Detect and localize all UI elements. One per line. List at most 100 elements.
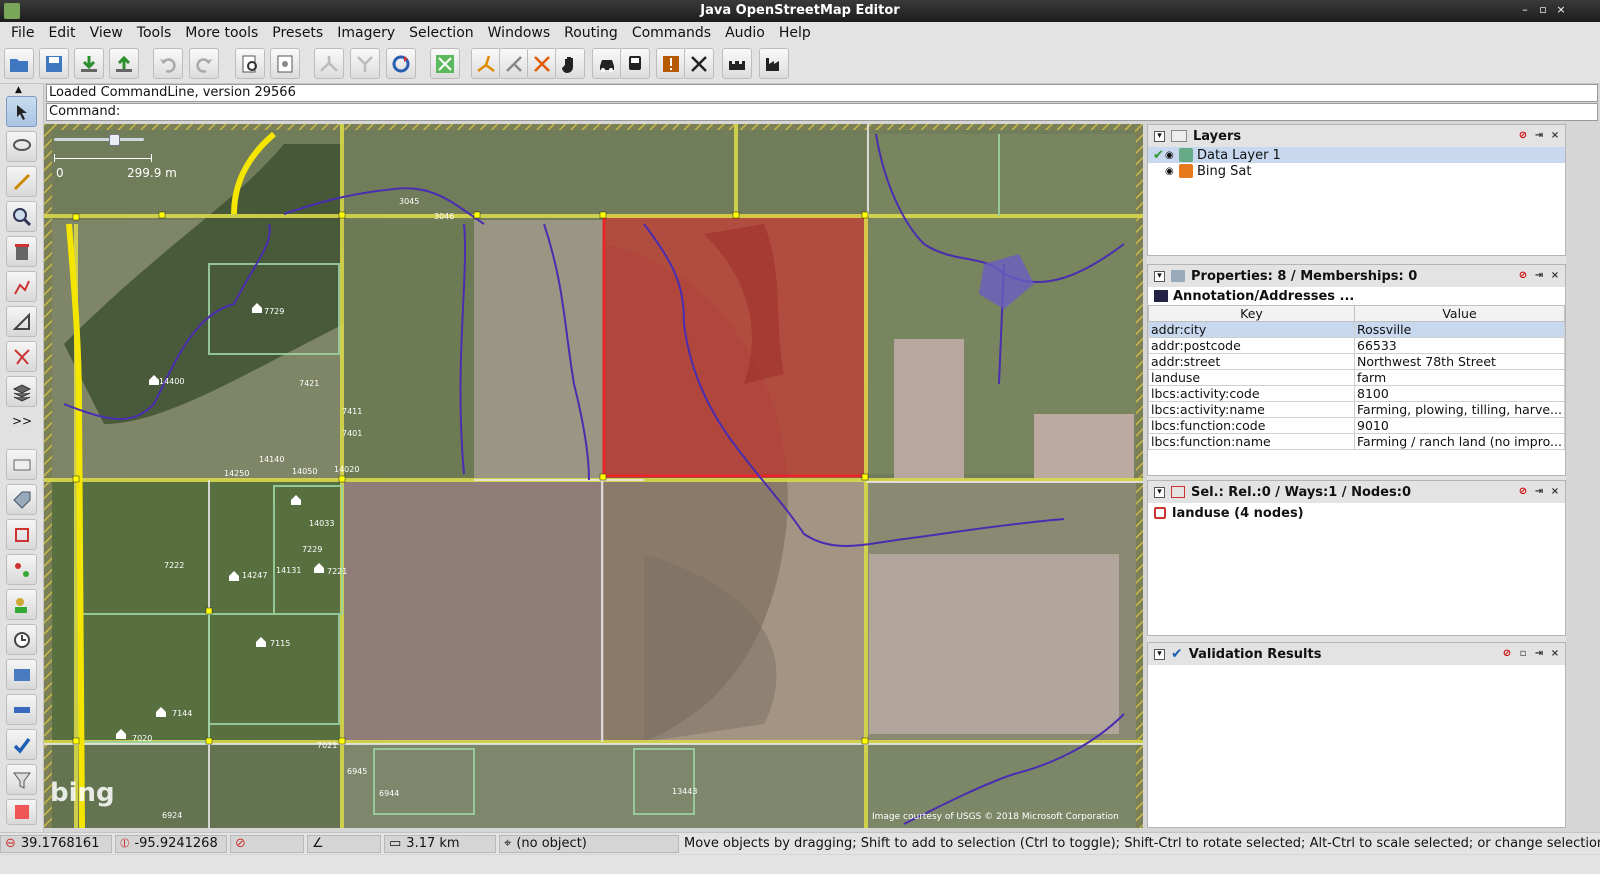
- menu-routing[interactable]: Routing: [557, 25, 625, 41]
- download-button[interactable]: [74, 48, 104, 79]
- toggle-dialog-filter[interactable]: [6, 764, 37, 795]
- toggle-dialog-selection[interactable]: [6, 519, 37, 550]
- table-row[interactable]: lbcs:activity:code 8100: [1148, 385, 1565, 402]
- layer-item-bing-sat[interactable]: ◉ Bing Sat: [1148, 163, 1565, 179]
- tag-key[interactable]: addr:postcode: [1148, 337, 1355, 354]
- tag-value[interactable]: 66533: [1354, 337, 1565, 354]
- help-icon[interactable]: ⊘: [1517, 486, 1529, 498]
- align-circle-button[interactable]: [527, 48, 557, 79]
- layer-item-data-layer-1[interactable]: ✔ ◉ Data Layer 1: [1148, 147, 1565, 163]
- zoom-slider-handle[interactable]: [109, 134, 120, 146]
- menu-tools[interactable]: Tools: [130, 25, 179, 41]
- scroll-up-icon[interactable]: ▲: [15, 85, 22, 95]
- selection-list-item[interactable]: landuse (4 nodes): [1148, 503, 1565, 523]
- table-row[interactable]: lbcs:function:code 9010: [1148, 417, 1565, 434]
- map-view[interactable]: 7729 14400 7421 7411 7401 14250 14140 14…: [44, 124, 1143, 828]
- tag-value[interactable]: Rossville: [1354, 321, 1565, 338]
- satellite-map[interactable]: 7729 14400 7421 7411 7401 14250 14140 14…: [44, 124, 1143, 828]
- detach-icon[interactable]: ⇥: [1533, 648, 1545, 660]
- more-tools-icon[interactable]: >>: [12, 414, 32, 428]
- history-button[interactable]: [270, 48, 300, 79]
- layer-active-check-icon[interactable]: ✔: [1153, 148, 1165, 163]
- menu-selection[interactable]: Selection: [402, 25, 481, 41]
- menu-windows[interactable]: Windows: [481, 25, 558, 41]
- improve-way-button[interactable]: [6, 271, 37, 302]
- validate-button[interactable]: [656, 48, 686, 79]
- tag-value[interactable]: 8100: [1354, 385, 1565, 402]
- collapse-icon[interactable]: ▾: [1154, 648, 1165, 660]
- simplify-way-button[interactable]: [499, 48, 529, 79]
- menu-commands[interactable]: Commands: [625, 25, 718, 41]
- menu-edit[interactable]: Edit: [41, 25, 82, 41]
- combine-way-button[interactable]: [350, 48, 380, 79]
- undo-button[interactable]: [153, 48, 183, 79]
- close-icon[interactable]: ×: [1549, 130, 1561, 142]
- value-column-header[interactable]: Value: [1354, 305, 1565, 322]
- tag-key[interactable]: addr:city: [1148, 321, 1355, 338]
- maximize-icon[interactable]: ▫: [1536, 3, 1550, 17]
- reverse-way-button[interactable]: [386, 48, 416, 79]
- minimize-icon[interactable]: –: [1518, 3, 1532, 17]
- menu-file[interactable]: File: [4, 25, 41, 41]
- toggle-dialog-notes[interactable]: [6, 799, 37, 825]
- table-row[interactable]: lbcs:function:name Farming / ranch land (…: [1148, 433, 1565, 450]
- visibility-eye-icon[interactable]: ◉: [1165, 150, 1179, 161]
- menu-imagery[interactable]: Imagery: [330, 25, 402, 41]
- menu-view[interactable]: View: [83, 25, 130, 41]
- tag-value[interactable]: Farming / ranch land (no impro...: [1354, 433, 1565, 450]
- select-mode-button[interactable]: [6, 96, 37, 127]
- draw-mode-left-button[interactable]: [6, 166, 37, 197]
- close-icon[interactable]: ×: [1549, 486, 1561, 498]
- help-icon[interactable]: ⊘: [1517, 270, 1529, 282]
- collapse-icon[interactable]: ▾: [1154, 270, 1165, 282]
- pan-mode-button[interactable]: [555, 48, 585, 79]
- detach-icon[interactable]: ⇥: [1533, 130, 1545, 142]
- tag-key[interactable]: lbcs:activity:code: [1148, 385, 1355, 402]
- toggle-dialog-layers[interactable]: [6, 449, 37, 480]
- split-way-button[interactable]: [314, 48, 344, 79]
- redo-button[interactable]: [189, 48, 219, 79]
- parallel-way-button[interactable]: [6, 306, 37, 337]
- help-icon[interactable]: ⊘: [1501, 648, 1513, 660]
- tag-value[interactable]: Northwest 78th Street: [1354, 353, 1565, 370]
- save-button[interactable]: [39, 48, 69, 79]
- settings-icon[interactable]: ▫: [1517, 648, 1529, 660]
- draw-mode-button[interactable]: [471, 48, 501, 79]
- command-input[interactable]: Command:: [46, 103, 1598, 121]
- toggle-dialog-history[interactable]: [6, 624, 37, 655]
- menu-audio[interactable]: Audio: [718, 25, 772, 41]
- collapse-icon[interactable]: ▾: [1154, 130, 1165, 142]
- menu-presets[interactable]: Presets: [265, 25, 330, 41]
- table-row[interactable]: lbcs:activity:name Farming, plowing, till…: [1148, 401, 1565, 418]
- collapse-icon[interactable]: ▾: [1154, 486, 1165, 498]
- zoom-to-data-button[interactable]: [430, 48, 460, 79]
- car-routing-button[interactable]: [592, 48, 622, 79]
- detach-icon[interactable]: ⇥: [1533, 270, 1545, 282]
- factory-preset-button[interactable]: [759, 48, 789, 79]
- menu-more-tools[interactable]: More tools: [178, 25, 265, 41]
- help-icon[interactable]: ⊘: [1517, 130, 1529, 142]
- extrude-button[interactable]: [6, 341, 37, 372]
- close-icon[interactable]: ×: [1549, 648, 1561, 660]
- tag-value[interactable]: 9010: [1354, 417, 1565, 434]
- close-icon[interactable]: ×: [1549, 270, 1561, 282]
- toggle-dialog-relations[interactable]: [6, 554, 37, 585]
- imagery-attribution[interactable]: Image courtesy of USGS © 2018 Microsoft …: [872, 812, 1119, 822]
- tag-key[interactable]: lbcs:function:name: [1148, 433, 1355, 450]
- upload-button[interactable]: [109, 48, 139, 79]
- table-row[interactable]: addr:city Rossville: [1148, 321, 1565, 338]
- visibility-eye-icon[interactable]: ◉: [1165, 166, 1179, 177]
- detach-icon[interactable]: ⇥: [1533, 486, 1545, 498]
- zoom-slider-track[interactable]: [54, 138, 144, 141]
- selected-landuse-area[interactable]: [602, 214, 868, 478]
- table-row[interactable]: addr:street Northwest 78th Street: [1148, 353, 1565, 370]
- tag-value[interactable]: Farming, plowing, tilling, harve...: [1354, 401, 1565, 418]
- tag-value[interactable]: farm: [1354, 369, 1565, 386]
- lasso-mode-button[interactable]: [6, 131, 37, 162]
- menu-help[interactable]: Help: [772, 25, 818, 41]
- table-row[interactable]: landuse farm: [1148, 369, 1565, 386]
- delete-mode-button[interactable]: [6, 236, 37, 267]
- zoom-mode-button[interactable]: [6, 201, 37, 232]
- toggle-dialog-conflict[interactable]: [6, 694, 37, 725]
- layer-stack-button[interactable]: [6, 376, 37, 407]
